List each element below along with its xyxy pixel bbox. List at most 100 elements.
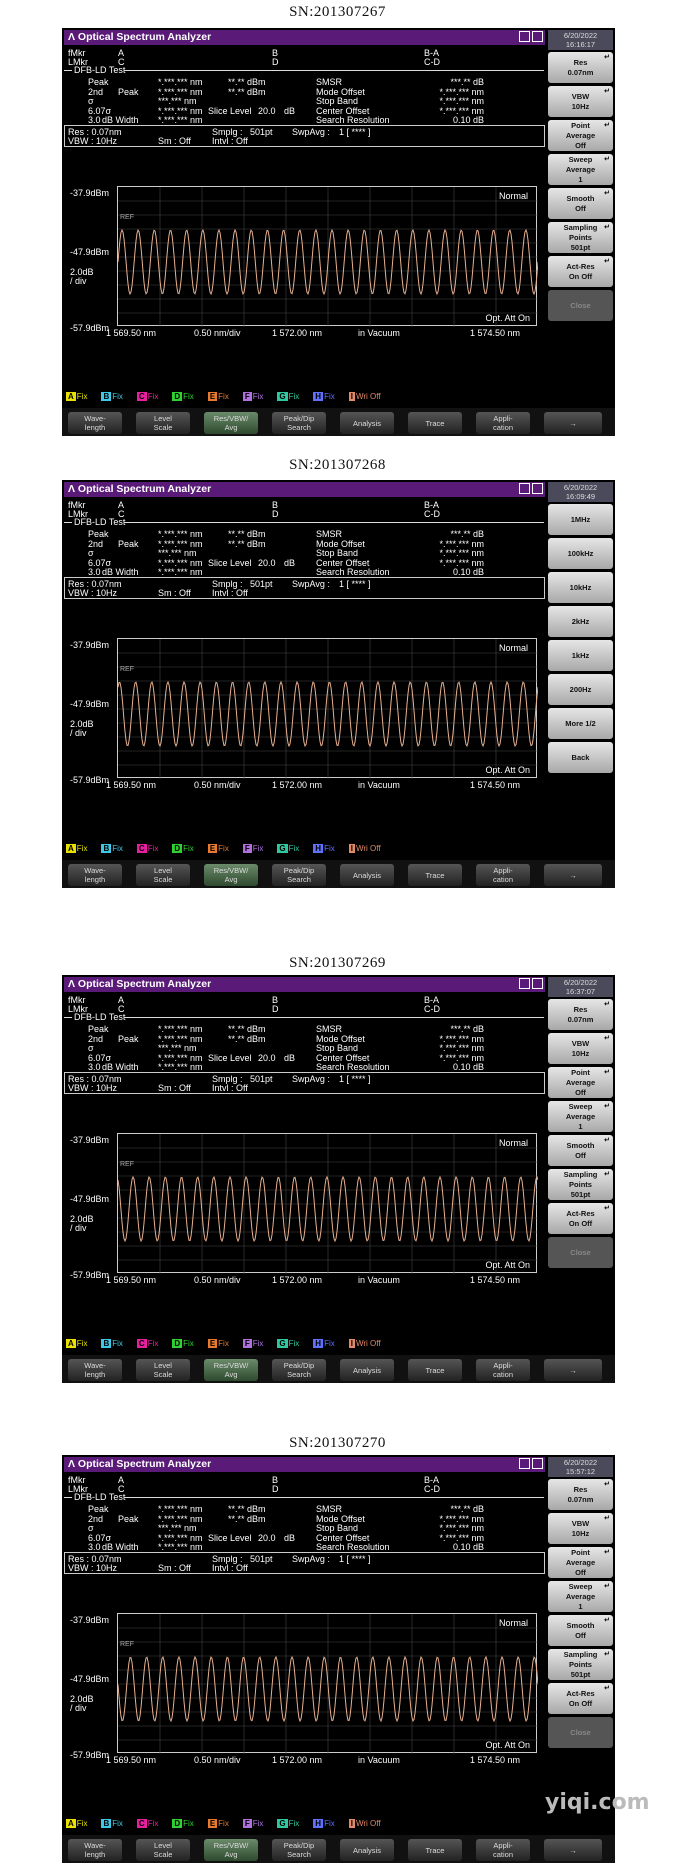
fkey-analysis[interactable]: Analysis	[340, 1839, 394, 1861]
fkey-level[interactable]: Level Scale	[136, 1359, 190, 1381]
softkey-smooth[interactable]: Smooth Off ↵	[548, 1135, 613, 1166]
spectrum-graph[interactable]: Normal REF Opt. Att On	[117, 638, 538, 779]
spectrum-graph[interactable]: Normal REF Opt. Att On	[117, 1613, 538, 1754]
softkey-sweep[interactable]: Sweep Average 1 ↵	[548, 1101, 613, 1132]
fkey-appli-[interactable]: Appli-cation	[476, 1359, 530, 1381]
restore-button[interactable]	[532, 1458, 543, 1469]
fkey-trace[interactable]: Trace	[408, 1839, 462, 1861]
fkey-trace[interactable]: Trace	[408, 864, 462, 886]
trace-e-badge[interactable]: E	[207, 392, 218, 401]
minimize-button[interactable]	[519, 1458, 530, 1469]
fkey-peak-dip[interactable]: Peak/Dip Search	[272, 1839, 326, 1861]
trace-e-badge[interactable]: E	[207, 844, 218, 853]
fkey-analysis[interactable]: Analysis	[340, 864, 394, 886]
fkey-res-vbw-[interactable]: Res/VBW/Avg	[204, 1359, 258, 1381]
trace-e-badge[interactable]: E	[207, 1339, 218, 1348]
trace-i-badge[interactable]: I	[348, 844, 355, 853]
spectrum-graph[interactable]: Normal REF Opt. Att On	[117, 1133, 538, 1274]
softkey-point[interactable]: Point Average Off ↵	[548, 1067, 613, 1098]
trace-i-badge[interactable]: I	[348, 1819, 355, 1828]
trace-a-badge[interactable]: A	[66, 1819, 76, 1828]
trace-i-badge[interactable]: I	[348, 392, 355, 401]
softkey-vbw[interactable]: VBW 10Hz ↵	[548, 1513, 613, 1544]
restore-button[interactable]	[532, 483, 543, 494]
minimize-button[interactable]	[519, 31, 530, 42]
fkey--[interactable]: →	[544, 1359, 602, 1381]
trace-d-badge[interactable]: D	[172, 1819, 183, 1828]
softkey-200hz[interactable]: 200Hz	[548, 674, 613, 705]
fkey-wave-[interactable]: Wave-length	[68, 1359, 122, 1381]
trace-b-badge[interactable]: B	[101, 844, 112, 853]
trace-c-badge[interactable]: C	[136, 1819, 147, 1828]
softkey-more-1-2[interactable]: More 1/2	[548, 708, 613, 739]
trace-f-badge[interactable]: F	[242, 1339, 252, 1348]
fkey-analysis[interactable]: Analysis	[340, 1359, 394, 1381]
fkey-appli-[interactable]: Appli-cation	[476, 864, 530, 886]
softkey-point[interactable]: Point Average Off ↵	[548, 120, 613, 151]
trace-h-badge[interactable]: H	[313, 1339, 324, 1348]
softkey-1mhz[interactable]: 1MHz	[548, 504, 613, 535]
trace-f-badge[interactable]: F	[242, 1819, 252, 1828]
trace-g-badge[interactable]: G	[277, 1819, 288, 1828]
trace-g-badge[interactable]: G	[277, 1339, 288, 1348]
softkey-sampling[interactable]: Sampling Points 501pt ↵	[548, 1649, 613, 1680]
fkey-wave-[interactable]: Wave-length	[68, 864, 122, 886]
trace-b-badge[interactable]: B	[101, 1339, 112, 1348]
softkey-10khz[interactable]: 10kHz	[548, 572, 613, 603]
softkey-smooth[interactable]: Smooth Off ↵	[548, 1615, 613, 1646]
trace-h-badge[interactable]: H	[313, 844, 324, 853]
softkey-act-res[interactable]: Act-Res On Off ↵	[548, 1203, 613, 1234]
trace-d-badge[interactable]: D	[172, 392, 183, 401]
softkey-smooth[interactable]: Smooth Off ↵	[548, 188, 613, 219]
restore-button[interactable]	[532, 978, 543, 989]
softkey-close[interactable]: Close	[548, 290, 613, 321]
minimize-button[interactable]	[519, 483, 530, 494]
restore-button[interactable]	[532, 31, 543, 42]
fkey--[interactable]: →	[544, 1839, 602, 1861]
fkey-peak-dip[interactable]: Peak/Dip Search	[272, 412, 326, 434]
softkey-sampling[interactable]: Sampling Points 501pt ↵	[548, 1169, 613, 1200]
softkey-sweep[interactable]: Sweep Average 1 ↵	[548, 154, 613, 185]
fkey-res-vbw-[interactable]: Res/VBW/Avg	[204, 864, 258, 886]
fkey-level[interactable]: Level Scale	[136, 1839, 190, 1861]
softkey-back[interactable]: Back	[548, 742, 613, 773]
trace-d-badge[interactable]: D	[172, 844, 183, 853]
fkey--[interactable]: →	[544, 412, 602, 434]
fkey-res-vbw-[interactable]: Res/VBW/Avg	[204, 1839, 258, 1861]
trace-c-badge[interactable]: C	[136, 1339, 147, 1348]
softkey-sampling[interactable]: Sampling Points 501pt ↵	[548, 222, 613, 253]
fkey-trace[interactable]: Trace	[408, 1359, 462, 1381]
softkey-vbw[interactable]: VBW 10Hz ↵	[548, 1033, 613, 1064]
softkey-res[interactable]: Res 0.07nm ↵	[548, 52, 613, 83]
trace-g-badge[interactable]: G	[277, 392, 288, 401]
fkey-analysis[interactable]: Analysis	[340, 412, 394, 434]
fkey-appli-[interactable]: Appli-cation	[476, 1839, 530, 1861]
softkey-vbw[interactable]: VBW 10Hz ↵	[548, 86, 613, 117]
trace-c-badge[interactable]: C	[136, 392, 147, 401]
softkey-close[interactable]: Close	[548, 1717, 613, 1748]
fkey-wave-[interactable]: Wave-length	[68, 412, 122, 434]
softkey-act-res[interactable]: Act-Res On Off ↵	[548, 1683, 613, 1714]
fkey-appli-[interactable]: Appli-cation	[476, 412, 530, 434]
fkey-res-vbw-[interactable]: Res/VBW/Avg	[204, 412, 258, 434]
fkey-peak-dip[interactable]: Peak/Dip Search	[272, 1359, 326, 1381]
softkey-100khz[interactable]: 100kHz	[548, 538, 613, 569]
trace-h-badge[interactable]: H	[313, 392, 324, 401]
softkey-2khz[interactable]: 2kHz	[548, 606, 613, 637]
trace-a-badge[interactable]: A	[66, 392, 76, 401]
spectrum-graph[interactable]: Normal REF Opt. Att On	[117, 186, 538, 327]
fkey--[interactable]: →	[544, 864, 602, 886]
fkey-trace[interactable]: Trace	[408, 412, 462, 434]
softkey-res[interactable]: Res 0.07nm ↵	[548, 999, 613, 1030]
trace-f-badge[interactable]: F	[242, 844, 252, 853]
trace-d-badge[interactable]: D	[172, 1339, 183, 1348]
trace-i-badge[interactable]: I	[348, 1339, 355, 1348]
softkey-point[interactable]: Point Average Off ↵	[548, 1547, 613, 1578]
trace-g-badge[interactable]: G	[277, 844, 288, 853]
fkey-level[interactable]: Level Scale	[136, 864, 190, 886]
softkey-close[interactable]: Close	[548, 1237, 613, 1268]
softkey-1khz[interactable]: 1kHz	[548, 640, 613, 671]
softkey-act-res[interactable]: Act-Res On Off ↵	[548, 256, 613, 287]
fkey-level[interactable]: Level Scale	[136, 412, 190, 434]
trace-f-badge[interactable]: F	[242, 392, 252, 401]
